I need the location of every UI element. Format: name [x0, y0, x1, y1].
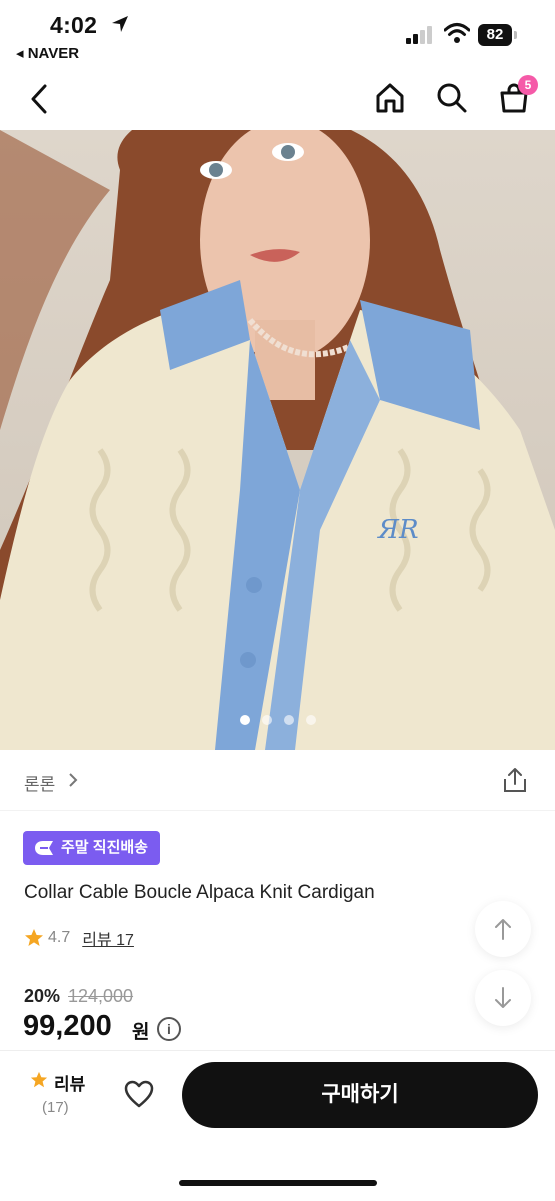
gallery-dot-3[interactable] — [283, 715, 294, 725]
share-icon[interactable] — [502, 766, 528, 794]
review-count: (17) — [42, 1099, 69, 1116]
back-to-app-link[interactable]: ◂ NAVER — [16, 44, 79, 62]
sale-price: 99,200 — [23, 1010, 112, 1042]
currency-label: 원 — [132, 1022, 150, 1043]
product-photo-illustration: ЯR — [0, 130, 555, 750]
status-bar: 4:02 ◂ NAVER 82 — [0, 0, 555, 68]
location-arrow-icon — [112, 16, 128, 32]
gallery-dot-2[interactable] — [261, 715, 272, 725]
gallery-dot-4[interactable] — [305, 715, 316, 725]
search-icon[interactable] — [436, 82, 468, 114]
brand-row: 론론 — [0, 750, 555, 811]
brand-name[interactable]: 론론 — [24, 770, 55, 795]
arrow-down-icon — [495, 987, 511, 1008]
home-icon[interactable] — [374, 82, 406, 114]
info-icon[interactable]: i — [157, 1017, 181, 1041]
signal-icon — [406, 26, 432, 44]
original-price: 124,000 — [68, 986, 134, 1006]
top-nav — [0, 68, 555, 130]
star-icon — [25, 929, 43, 946]
review-label[interactable]: 리뷰 — [54, 1070, 85, 1095]
gallery-pagination — [0, 712, 555, 726]
gallery-dot-1[interactable] — [239, 715, 250, 725]
scroll-bottom-button[interactable] — [475, 970, 531, 1026]
product-rating: 4.7 리뷰 17 — [24, 926, 134, 950]
scroll-top-button[interactable] — [475, 901, 531, 957]
cart-count-badge: 5 — [518, 75, 538, 95]
svg-text:ЯR: ЯR — [377, 515, 419, 545]
buy-button[interactable]: 구매하기 — [182, 1062, 538, 1128]
delivery-badge: 주말 직진배송 — [23, 831, 160, 865]
delivery-badge-label: 주말 직진배송 — [61, 839, 148, 856]
heart-icon[interactable] — [124, 1080, 154, 1108]
battery-tip — [514, 31, 517, 39]
back-icon[interactable] — [28, 84, 50, 114]
chevron-right-icon[interactable] — [68, 772, 78, 788]
arrow-up-icon — [495, 919, 511, 940]
delivery-arrow-icon — [35, 841, 53, 855]
product-title: Collar Cable Boucle Alpaca Knit Cardigan — [24, 882, 375, 903]
status-time: 4:02 — [50, 12, 98, 38]
reviews-link[interactable]: 리뷰 17 — [82, 926, 134, 950]
discount-rate: 20% — [24, 986, 61, 1006]
product-image[interactable]: ЯR — [0, 130, 555, 750]
review-star-icon — [30, 1071, 48, 1088]
battery-indicator: 82 — [478, 24, 512, 46]
home-indicator — [179, 1180, 377, 1186]
rating-value: 4.7 — [48, 929, 71, 946]
wifi-icon — [444, 23, 470, 43]
